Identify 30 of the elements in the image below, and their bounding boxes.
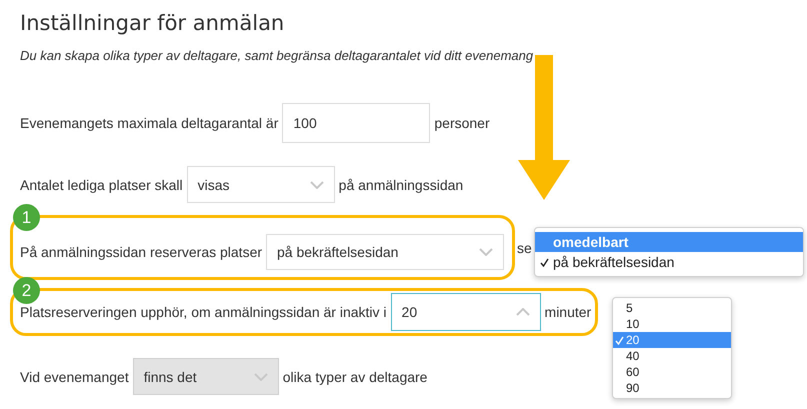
field-label: se (517, 240, 532, 256)
dropdown[interactable]: visas (186, 166, 335, 203)
dropdown[interactable]: 20 (390, 293, 541, 331)
menu-option[interactable]: 5 (613, 300, 731, 316)
field-label: minuter (544, 304, 592, 320)
chevron-icon (516, 308, 530, 316)
chevron-icon (310, 180, 324, 188)
menu-option[interactable]: 40 (613, 348, 731, 364)
field-label: Evenemangets maximala deltagarantal är (20, 115, 278, 131)
field-label: Platsreserveringen upphör, om anmälningssidan är inaktiv i (20, 304, 387, 320)
chevron-icon (254, 372, 268, 380)
field-label: Antalet lediga platser skall (20, 176, 183, 192)
chevron-icon (479, 248, 493, 256)
menu-option[interactable]: 90 (613, 380, 731, 396)
check-icon (540, 258, 548, 266)
number-field[interactable]: 100 (282, 103, 430, 143)
menu-option[interactable]: på bekräftelsesidan (535, 252, 803, 272)
menu-option[interactable]: 10 (613, 316, 731, 332)
check-icon (615, 336, 624, 344)
step-badge: 1 (13, 204, 40, 231)
dropdown[interactable]: på bekräftelsesidan (266, 234, 504, 270)
field-label: olika typer av deltagare (282, 368, 428, 384)
field-label: Vid evenemanget (20, 368, 129, 384)
field-label: På anmälningssidan reserveras platser (20, 244, 262, 260)
page-title: Inställningar för anmälan (19, 10, 286, 37)
menu-option[interactable]: 60 (613, 364, 731, 380)
field-label: på anmälningssidan (338, 176, 464, 192)
field-label: personer (434, 115, 490, 131)
page-subtitle: Du kan skapa olika typer av deltagare, samt begränsa deltagarantalet vid ditt evenemang (20, 48, 534, 63)
step-badge: 2 (13, 277, 40, 304)
